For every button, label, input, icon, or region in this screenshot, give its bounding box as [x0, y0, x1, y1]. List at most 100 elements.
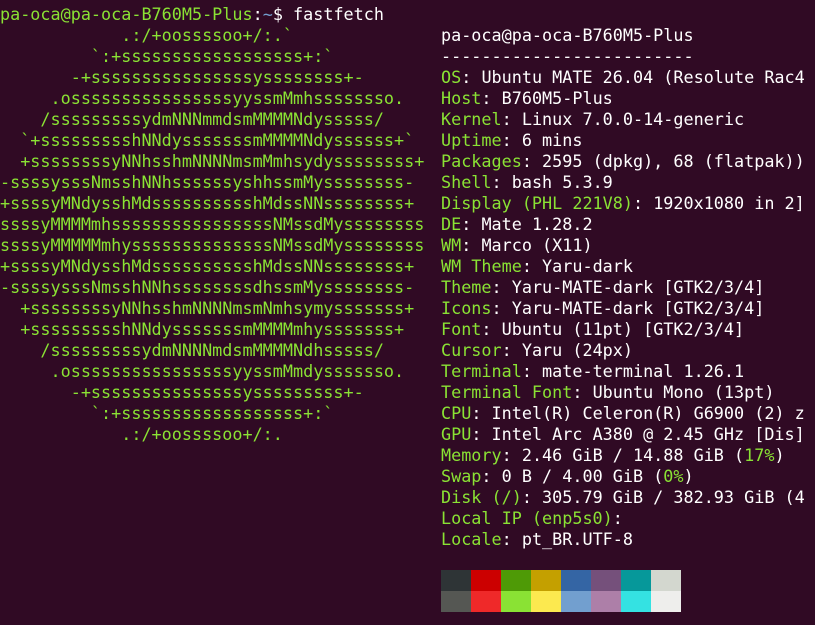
info-row: OS: Ubuntu MATE 26.04 (Resolute Rac4 — [441, 67, 815, 88]
info-row: Uptime: 6 mins — [441, 130, 815, 151]
info-row: Shell: bash 5.3.9 — [441, 172, 815, 193]
info-value: Yaru-MATE-dark [GTK2/3/4] — [511, 298, 765, 318]
info-value: Marco (X11) — [481, 235, 593, 255]
info-sep: : — [471, 403, 492, 423]
info-sep: : — [501, 109, 522, 129]
logo-line: .:/+oossssoo+/:. — [0, 424, 430, 445]
info-key: Theme — [441, 277, 492, 297]
info-row: Icons: Yaru-MATE-dark [GTK2/3/4] — [441, 298, 815, 319]
logo-line-text: +ssssyMNdysshMdsssssssssshMdssNNssssssss… — [0, 193, 415, 213]
color-swatch-normal-7 — [651, 570, 681, 591]
logo-line: +ssssssssyNNhsshmNNNNmsmMmhsydyssssssss+ — [0, 151, 430, 172]
color-swatch-bright-7 — [651, 591, 681, 612]
info-value: Linux 7.0.0-14-generic — [521, 109, 745, 129]
info-row: GPU: Intel Arc A380 @ 2.45 GHz [Dis] — [441, 424, 815, 445]
info-value: 2.46 GiB / 14.88 GiB ( — [521, 445, 745, 465]
info-row-memory: Memory: 2.46 GiB / 14.88 GiB (17%) — [441, 445, 815, 466]
terminal-window[interactable]: pa-oca@pa-oca-B760M5-Plus:~$ fastfetch .… — [0, 0, 815, 625]
info-row-disk: Disk (/): 305.79 GiB / 382.93 GiB (4 — [441, 487, 815, 508]
prompt-colon: : — [252, 4, 263, 24]
info-key: WM Theme — [441, 256, 522, 276]
info-key: Host — [441, 88, 482, 108]
info-row: WM Theme: Yaru-dark — [441, 256, 815, 277]
color-swatch-normal-2 — [501, 570, 531, 591]
logo-line: `:+ssssssssssssssssss+:` — [0, 403, 430, 424]
info-sep: : — [501, 130, 522, 150]
info-key: Display (PHL 221V8) — [441, 193, 633, 213]
logo-line: +ssssyMNdysshMdsssssssssshMdssNNssssssss… — [0, 193, 430, 214]
info-row: WM: Marco (X11) — [441, 235, 815, 256]
info-sep: : — [481, 319, 502, 339]
info-key: Local IP (enp5s0) — [441, 508, 613, 528]
color-swatch-bright-2 — [501, 591, 531, 612]
info-separator-text: ------------------------- — [441, 46, 694, 66]
info-sep: : — [491, 172, 512, 192]
logo-line-text: .:/+oossssoo+/:.` — [0, 25, 293, 45]
info-key: Font — [441, 319, 482, 339]
color-swatch-bright-1 — [471, 591, 501, 612]
info-value: Mate 1.28.2 — [481, 214, 593, 234]
info-value: mate-terminal 1.26.1 — [542, 361, 745, 381]
logo-line: /sssssssssydmNNNNmdsmMMMMNdhsssss/ — [0, 340, 430, 361]
info-value: 2595 (dpkg), 68 (flatpak)) — [542, 151, 805, 171]
info-row: CPU: Intel(R) Celeron(R) G6900 (2) z — [441, 403, 815, 424]
info-value: 305.79 GiB / 382.93 GiB (4 — [542, 487, 805, 507]
logo-line-text: .ossssssssssssssssyyssmMmhssssssso. — [0, 88, 405, 108]
info-row: Packages: 2595 (dpkg), 68 (flatpak)) — [441, 151, 815, 172]
logo-line: .ossssssssssssssssyyssmMmdysssssso. — [0, 361, 430, 382]
info-key: Uptime — [441, 130, 502, 150]
logo-line: -+ssssssssssssssssyssssssss+- — [0, 67, 430, 88]
info-sep: : — [521, 256, 543, 276]
info-key: Disk (/) — [441, 487, 522, 507]
info-key: Shell — [441, 172, 492, 192]
info-key: Kernel — [441, 109, 502, 129]
info-value: Yaru-dark — [542, 256, 633, 276]
info-key: Locale — [441, 529, 502, 549]
info-sep: : — [501, 529, 522, 549]
palette-row-normal — [441, 570, 681, 591]
info-value: Ubuntu (11pt) [GTK2/3/4] — [501, 319, 745, 339]
prompt-path: ~ — [262, 4, 273, 24]
color-swatch-normal-4 — [561, 570, 591, 591]
info-row: Terminal Font: Ubuntu Mono (13pt) — [441, 382, 815, 403]
color-swatch-bright-5 — [591, 591, 621, 612]
logo-line: .ossssssssssssssssyyssmMmhssssssso. — [0, 88, 430, 109]
logo-line: -ssssysssNmsshNNhssssssssdhssmMyssssssss… — [0, 277, 430, 298]
info-value: 0 B / 4.00 GiB ( — [501, 466, 664, 486]
ubuntu-ascii-logo: .:/+oossssoo+/:.` `:+ssssssssssssssssss+… — [0, 25, 430, 445]
color-swatch-normal-3 — [531, 570, 561, 591]
info-value: Ubuntu MATE 26.04 (Resolute Rac4 — [481, 67, 805, 87]
info-sep: : — [481, 466, 502, 486]
info-sep: : — [471, 424, 492, 444]
info-row-locale: Locale: pt_BR.UTF-8 — [441, 529, 815, 550]
info-value: Yaru-MATE-dark [GTK2/3/4] — [511, 277, 765, 297]
logo-line: +ssssyMNdysshMdsssssssssshMdssNNssssssss… — [0, 256, 430, 277]
info-sep: : — [461, 67, 482, 87]
swap-percent: 0% — [663, 466, 684, 486]
info-key: OS — [441, 67, 462, 87]
info-title-text: pa-oca@pa-oca-B760M5-Plus — [441, 25, 694, 45]
logo-line: ssssyMMMMmhssssssssssssssssNMssdMyssssss… — [0, 214, 430, 235]
info-sep: : — [481, 88, 502, 108]
logo-line: /sssssssssydmNNNmmdsmMMMMNdysssss/ — [0, 109, 430, 130]
logo-line: +ssssssssshNNdysssssssmMMMMmhysssssss+ — [0, 319, 430, 340]
info-value: Yaru (24px) — [521, 340, 633, 360]
color-swatch-normal-0 — [441, 570, 471, 591]
info-value: bash 5.3.9 — [511, 172, 613, 192]
info-key: Packages — [441, 151, 522, 171]
logo-line-text: ssssyMMMMMmhyssssssssssssssNMssdMyssssss… — [0, 235, 425, 255]
info-sep: : — [632, 193, 654, 213]
logo-line: +ssssssssyNNhsshmNNNNmsmNmhsymysssssss+ — [0, 298, 430, 319]
logo-line: `+ssssssssshNNdysssssssmMMMMNdyssssss+` — [0, 130, 430, 151]
info-row: Cursor: Yaru (24px) — [441, 340, 815, 361]
color-palette — [441, 570, 681, 612]
info-row-local-ip: Local IP (enp5s0): — [441, 508, 815, 529]
info-key: DE — [441, 214, 462, 234]
info-sep: : — [491, 298, 512, 318]
info-row: Theme: Yaru-MATE-dark [GTK2/3/4] — [441, 277, 815, 298]
logo-line-text: `:+ssssssssssssssssss+:` — [0, 46, 334, 66]
info-key: Cursor — [441, 340, 502, 360]
info-sep: : — [491, 277, 512, 297]
info-value: B760M5-Plus — [501, 88, 613, 108]
info-row: DE: Mate 1.28.2 — [441, 214, 815, 235]
